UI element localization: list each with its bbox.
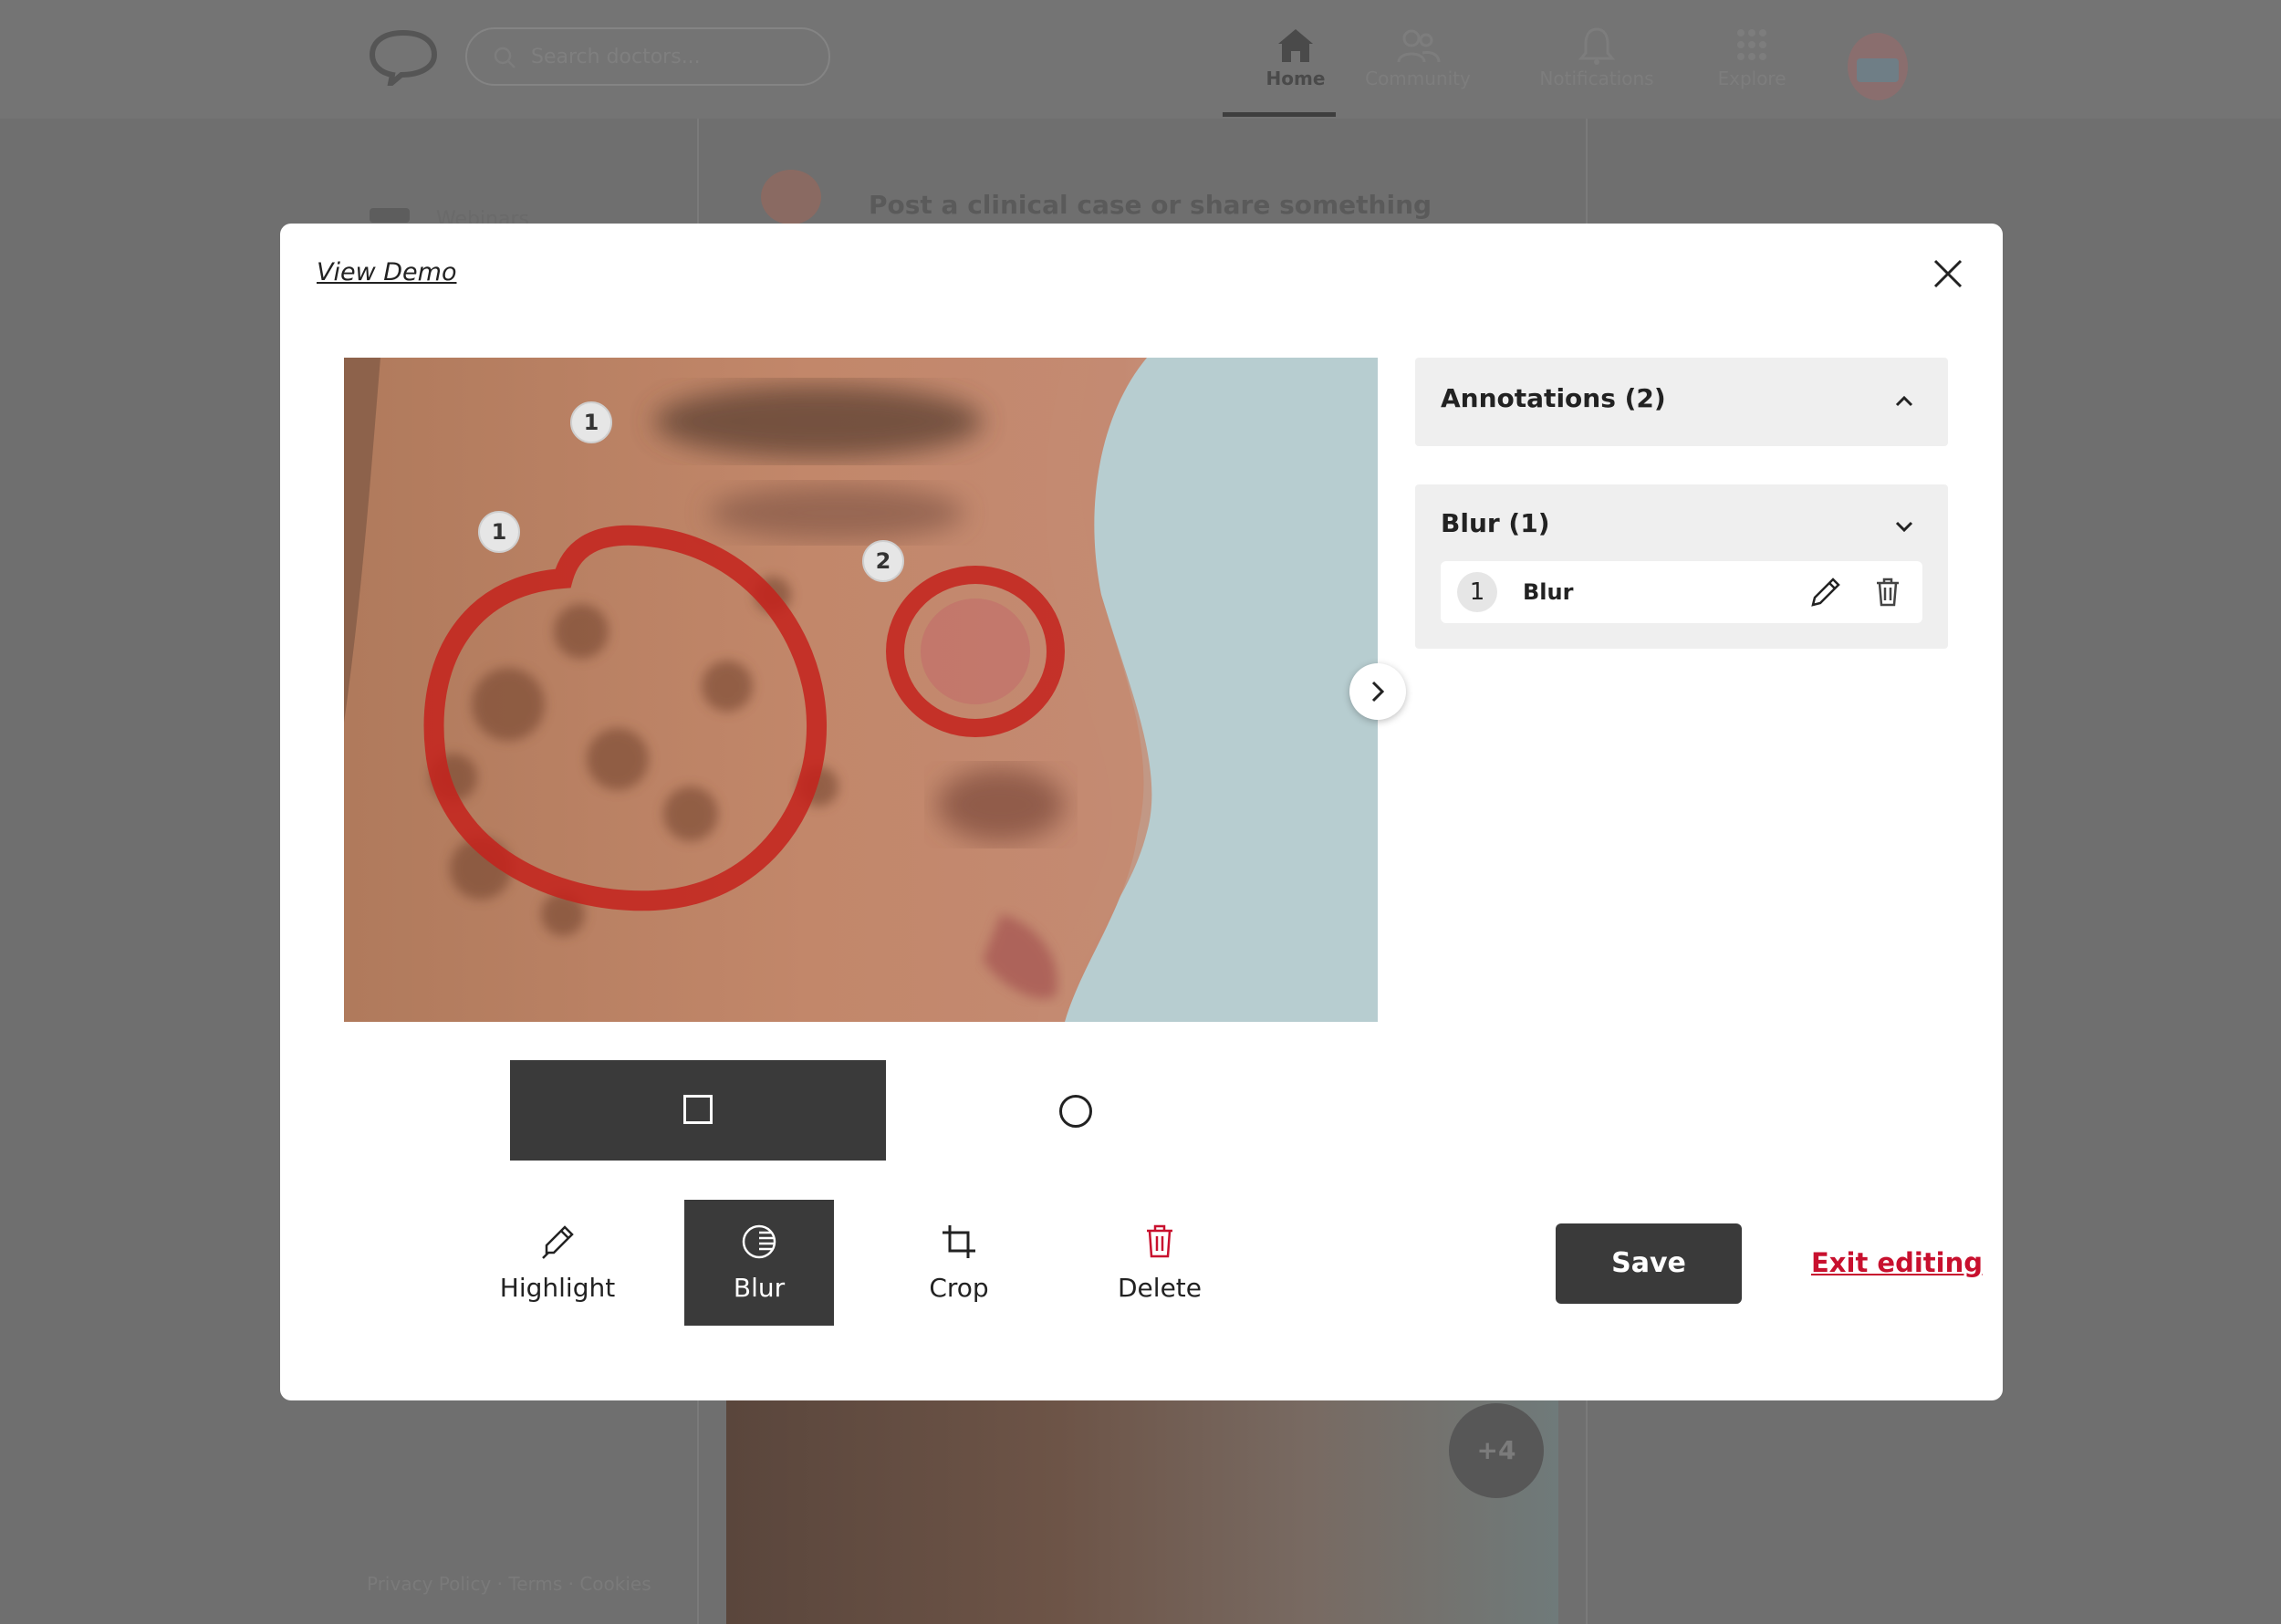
- blur-tool-button[interactable]: Blur: [684, 1200, 834, 1326]
- blur-tool-label: Blur: [733, 1273, 786, 1303]
- annotation-marker[interactable]: 2: [862, 540, 904, 582]
- save-button[interactable]: Save: [1556, 1223, 1742, 1304]
- square-icon: [683, 1095, 713, 1124]
- post-avatar: [761, 170, 821, 224]
- highlight-tool-button[interactable]: Highlight: [483, 1200, 632, 1326]
- blur-panel-title: Blur (1): [1441, 508, 1550, 538]
- rectangle-shape-button[interactable]: [510, 1060, 886, 1161]
- clinical-photo: [344, 358, 1378, 1022]
- annotation-number: 1: [1457, 572, 1497, 612]
- close-icon[interactable]: [1930, 255, 1966, 292]
- highlighter-icon: [542, 1225, 574, 1259]
- more-photos-badge[interactable]: +4: [1449, 1403, 1544, 1498]
- image-editor-modal: View Demo 1 1 2 Highlight Blur Crop Dele…: [280, 224, 2003, 1400]
- crop-icon: [943, 1225, 975, 1258]
- delete-tool-button[interactable]: Delete: [1085, 1200, 1234, 1326]
- blur-icon: [742, 1224, 776, 1259]
- highlight-tool-label: Highlight: [499, 1273, 616, 1303]
- nav-community-label: Community: [1365, 68, 1471, 89]
- community-icon: [1397, 29, 1441, 63]
- annotation-label: Blur: [1523, 579, 1574, 605]
- nav-explore[interactable]: Explore: [1679, 26, 1825, 111]
- home-icon: [1278, 29, 1313, 62]
- chevron-down-icon[interactable]: [1891, 514, 1917, 539]
- annotations-panel[interactable]: Annotations (2): [1415, 358, 1948, 446]
- webinar-icon: [370, 208, 410, 223]
- annotations-panel-title: Annotations (2): [1441, 383, 1666, 413]
- chevron-right-icon: [1371, 681, 1385, 703]
- annotation-list-item[interactable]: 1 Blur: [1441, 561, 1922, 623]
- circle-icon: [1059, 1095, 1092, 1128]
- grid-icon: [1737, 29, 1766, 60]
- shape-selector: [510, 1060, 1262, 1161]
- view-demo-link[interactable]: View Demo: [317, 258, 456, 286]
- trash-icon: [1147, 1224, 1172, 1258]
- crop-tool-button[interactable]: Crop: [884, 1200, 1034, 1326]
- trash-icon[interactable]: [1871, 576, 1904, 609]
- nav-community[interactable]: Community: [1345, 26, 1491, 111]
- crop-tool-label: Crop: [929, 1273, 989, 1303]
- search-placeholder: Search doctors...: [531, 46, 701, 68]
- annotation-marker[interactable]: 1: [570, 401, 612, 443]
- user-avatar[interactable]: [1848, 33, 1908, 100]
- bell-icon: [1578, 27, 1616, 65]
- next-image-button[interactable]: [1349, 663, 1406, 720]
- exit-editing-link[interactable]: Exit editing: [1811, 1247, 1983, 1278]
- chevron-up-icon[interactable]: [1891, 389, 1917, 414]
- feed-photo[interactable]: [726, 1400, 1558, 1624]
- search-input[interactable]: Search doctors...: [465, 27, 830, 86]
- nav-notifications-label: Notifications: [1539, 68, 1654, 89]
- nav-explore-label: Explore: [1717, 68, 1786, 89]
- blur-annotations-panel: Blur (1) 1 Blur: [1415, 484, 1948, 649]
- app-logo: [369, 29, 438, 86]
- app-header: [0, 0, 2281, 119]
- image-canvas[interactable]: 1 1 2: [344, 358, 1378, 1022]
- post-prompt[interactable]: Post a clinical case or share something: [869, 190, 1432, 220]
- annotation-marker[interactable]: 1: [478, 511, 520, 553]
- delete-tool-label: Delete: [1118, 1273, 1202, 1303]
- circle-shape-button[interactable]: [886, 1060, 1262, 1161]
- pencil-icon[interactable]: [1809, 576, 1842, 609]
- footer-links[interactable]: Privacy Policy · Terms · Cookies: [367, 1573, 651, 1595]
- search-icon: [494, 47, 516, 68]
- nav-notifications[interactable]: Notifications: [1524, 26, 1670, 111]
